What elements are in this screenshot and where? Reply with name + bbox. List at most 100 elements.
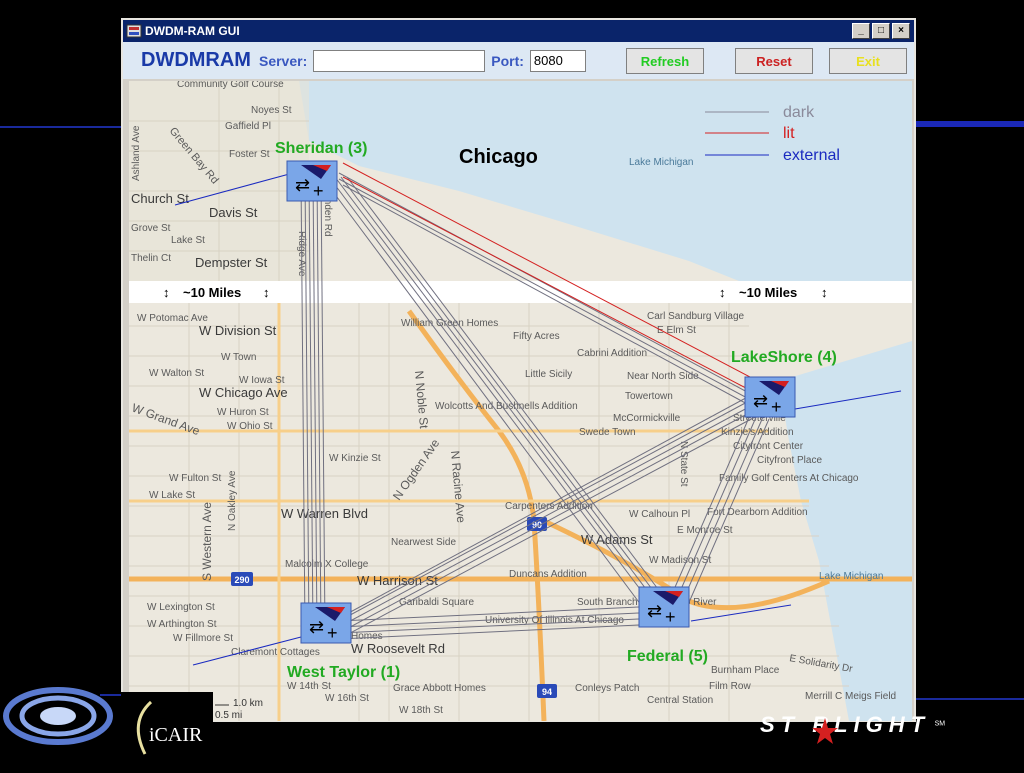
map-label: Ashland Ave bbox=[131, 125, 142, 181]
node-west-taylor[interactable]: ⇄ + bbox=[300, 602, 352, 644]
map-label: W Potomac Ave bbox=[137, 313, 208, 324]
starlight-logo: ST RLIGHT SM bbox=[760, 712, 1000, 752]
map-label: S Western Ave bbox=[200, 502, 214, 581]
router-icon: ⇄ bbox=[309, 617, 324, 637]
port-input[interactable] bbox=[529, 49, 586, 72]
map-label: W Kinzie St bbox=[329, 453, 381, 464]
node-label-sheridan: Sheridan (3) bbox=[275, 140, 367, 157]
map-label: Grove St bbox=[131, 223, 171, 234]
legend-external-label: external bbox=[783, 147, 840, 164]
scale-arrow-left: ↕ bbox=[163, 285, 170, 300]
map-label: Grace Abbott Homes bbox=[393, 683, 486, 694]
server-input[interactable] bbox=[313, 49, 486, 72]
scale-arrow-right: ↕ bbox=[719, 285, 726, 300]
map-label: Noyes St bbox=[251, 105, 292, 116]
map-label: Central Station bbox=[647, 695, 713, 706]
map-label: W Town bbox=[221, 352, 256, 363]
map-label: Thelin Ct bbox=[131, 253, 171, 264]
service-mark: SM bbox=[934, 720, 946, 728]
refresh-button[interactable]: Refresh bbox=[626, 48, 704, 74]
map-label: Swede Town bbox=[579, 427, 636, 438]
cross-icon: + bbox=[313, 181, 324, 201]
node-federal[interactable]: ⇄ + bbox=[638, 586, 690, 628]
star-icon bbox=[812, 718, 838, 744]
scale-mi: 0.5 mi bbox=[215, 710, 242, 721]
map-label: Lake Michigan bbox=[819, 571, 883, 582]
decor-line-top-right bbox=[916, 121, 1024, 127]
map-label: W 14th St bbox=[287, 681, 331, 692]
map-label: Conleys Patch bbox=[575, 683, 639, 694]
scale-arrow-right2: ↕ bbox=[821, 285, 828, 300]
map-label: Fort Dearborn Addition bbox=[707, 507, 808, 518]
map-label: Gaffield Pl bbox=[225, 121, 271, 132]
decor-line-top-left bbox=[0, 126, 121, 128]
map-label: Garibaldi Square bbox=[399, 597, 474, 608]
map-label: Dempster St bbox=[195, 255, 268, 270]
galaxy-logo bbox=[3, 687, 113, 745]
router-icon: ⇄ bbox=[647, 601, 662, 621]
map-label: W 16th St bbox=[325, 693, 369, 704]
toolbar: DWDMRAM Server: Port: Refresh Reset Exit bbox=[123, 42, 914, 79]
legend-lit-label: lit bbox=[783, 125, 795, 142]
title-bar[interactable]: DWDM-RAM GUI _ □ × bbox=[123, 20, 914, 42]
app-icon bbox=[126, 24, 142, 38]
starlight-text: ST RLIGHT bbox=[760, 712, 931, 737]
map-label: Lake Michigan bbox=[629, 157, 693, 168]
map-label: Cabrini Addition bbox=[577, 348, 647, 359]
map-label: W Roosevelt Rd bbox=[351, 641, 445, 656]
icair-text: iCAIR bbox=[149, 724, 203, 746]
map-label: N Oakley Ave bbox=[227, 470, 238, 531]
close-button[interactable]: × bbox=[892, 23, 910, 39]
map-label: E Elm St bbox=[657, 325, 696, 336]
map-label: W Ohio St bbox=[227, 421, 273, 432]
map-label: Lake St bbox=[171, 235, 205, 246]
map-label: Davis St bbox=[209, 205, 258, 220]
cross-icon: + bbox=[327, 623, 338, 643]
app-name: DWDMRAM bbox=[141, 49, 251, 71]
port-label: Port: bbox=[491, 52, 524, 69]
map-label: W Calhoun Pl bbox=[629, 509, 690, 520]
map-label: W 18th St bbox=[399, 705, 443, 716]
router-icon: ⇄ bbox=[295, 175, 310, 195]
legend-dark-label: dark bbox=[783, 104, 815, 121]
node-sheridan[interactable]: ⇄ + bbox=[286, 160, 338, 202]
map-label: Duncans Addition bbox=[509, 569, 587, 580]
minimize-button[interactable]: _ bbox=[852, 23, 870, 39]
cross-icon: + bbox=[771, 397, 782, 417]
map-label: Cityfront Place bbox=[757, 455, 822, 466]
map-label: William Green Homes bbox=[401, 318, 498, 329]
network-map: 290 90 94 Community Golf Course Noyes St… bbox=[129, 81, 912, 721]
map-label: Carl Sandburg Village bbox=[647, 311, 745, 322]
scale-km: 1.0 km bbox=[233, 698, 263, 709]
city-label: Chicago bbox=[459, 146, 538, 168]
maximize-button[interactable]: □ bbox=[872, 23, 890, 39]
map-label: Claremont Cottages bbox=[231, 647, 320, 658]
map-label: W Fillmore St bbox=[173, 633, 233, 644]
map-label: Community Golf Course bbox=[177, 81, 284, 90]
node-label-federal: Federal (5) bbox=[627, 648, 708, 665]
exit-button[interactable]: Exit bbox=[829, 48, 907, 74]
map-label: Nearwest Side bbox=[391, 537, 456, 548]
map-label: W Chicago Ave bbox=[199, 385, 288, 400]
map-label: Fifty Acres bbox=[513, 331, 560, 342]
map-label: Film Row bbox=[709, 681, 751, 692]
map-label: W Lexington St bbox=[147, 602, 215, 613]
scale-text-left: ~10 Miles bbox=[183, 285, 241, 300]
node-lakeshore[interactable]: ⇄ + bbox=[744, 376, 796, 418]
map-label: Towertown bbox=[625, 391, 673, 402]
map-label: Foster St bbox=[229, 149, 270, 160]
router-icon: ⇄ bbox=[753, 391, 768, 411]
map-label: W Division St bbox=[199, 323, 277, 338]
map-panel[interactable]: 290 90 94 Community Golf Course Noyes St… bbox=[129, 81, 912, 721]
map-label: Malcolm X College bbox=[285, 559, 369, 570]
map-label: W Arthington St bbox=[147, 619, 217, 630]
reset-button[interactable]: Reset bbox=[735, 48, 813, 74]
shield-94: 94 bbox=[542, 687, 552, 697]
map-label: Family Golf Centers At Chicago bbox=[719, 473, 859, 484]
map-label: Little Sicily bbox=[525, 369, 572, 380]
map-label: McCormickville bbox=[613, 413, 681, 424]
map-label: W Huron St bbox=[217, 407, 269, 418]
node-label-lakeshore: LakeShore (4) bbox=[731, 349, 837, 366]
map-label: Wolcotts And Bushnells Addition bbox=[435, 401, 578, 412]
map-label: W Fulton St bbox=[169, 473, 221, 484]
